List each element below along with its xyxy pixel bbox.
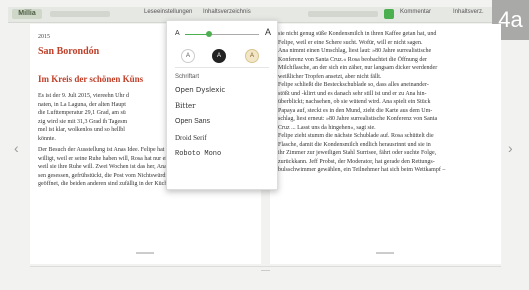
font-option-open-dyslexic[interactable]: Open Dyslexic: [175, 86, 225, 94]
contents-button[interactable]: Inhaltsverz.: [453, 9, 484, 15]
reading-settings-button[interactable]: Leseeinstellungen: [144, 9, 192, 15]
font-option-roboto-mono[interactable]: Roboto Mono: [175, 150, 221, 158]
theme-light-button[interactable]: A: [181, 49, 195, 63]
app-logo[interactable]: Millia: [12, 9, 42, 19]
font-option-droid-serif[interactable]: Droid Serif: [175, 134, 207, 142]
toc-button[interactable]: Inhaltsverzeichnis: [203, 9, 251, 15]
theme-dark-button[interactable]: A: [212, 49, 226, 63]
chapter-year: 2015: [38, 34, 50, 40]
font-size-decrease-icon[interactable]: A: [175, 30, 180, 37]
right-page-text: sie nicht genug süße Kondensmilch in ihr…: [278, 31, 446, 173]
section-heading: Im Kreis der schönen Küns: [38, 74, 144, 84]
font-option-bitter[interactable]: Bitter: [175, 102, 196, 110]
font-size-increase-icon[interactable]: A: [265, 27, 271, 37]
comment-button[interactable]: Kommentar: [400, 9, 431, 15]
theme-sepia-button[interactable]: A: [245, 49, 259, 63]
toolbar-placeholder: [50, 11, 110, 17]
search-field[interactable]: [308, 11, 378, 17]
reading-settings-popup: A A A A A Schriftart Open Dyslexic Bitte…: [166, 20, 278, 190]
paragraph-1: Es ist der 9. Juli 2015, viereehn Uhr d …: [38, 93, 129, 142]
next-page-icon[interactable]: ›: [508, 140, 513, 156]
right-page: sie nicht genug süße Kondensmilch in ihr…: [270, 24, 501, 264]
page-number-left: [136, 252, 154, 254]
search-icon[interactable]: [384, 9, 394, 19]
font-option-open-sans[interactable]: Open Sans: [175, 118, 210, 125]
chapter-title: San Borondón: [38, 46, 100, 57]
progress-marker[interactable]: [261, 264, 270, 271]
divider: [175, 67, 269, 68]
font-section-label: Schriftart: [175, 74, 200, 80]
font-size-slider-handle[interactable]: [205, 31, 212, 37]
page-number-right: [376, 252, 394, 254]
prev-page-icon[interactable]: ‹: [14, 140, 19, 156]
font-size-slider[interactable]: [185, 31, 259, 37]
